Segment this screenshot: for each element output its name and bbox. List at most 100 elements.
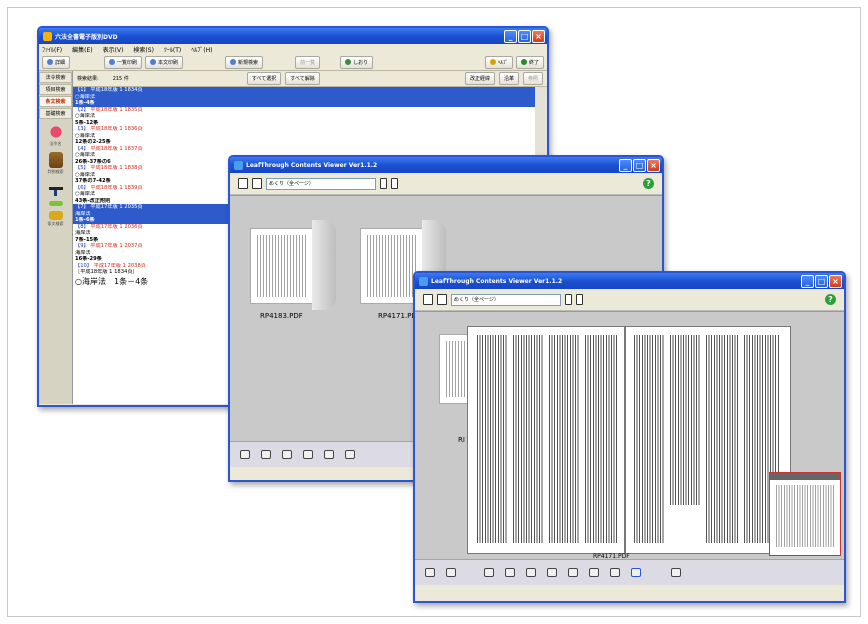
book-icon[interactable] (282, 450, 292, 459)
copy-icon[interactable] (391, 178, 398, 189)
list-item-year: 平成17年版 1 2037頁 (90, 243, 143, 249)
prev-list-button[interactable]: 前一覧 (295, 55, 321, 69)
reference-button[interactable]: 参照 (522, 72, 543, 85)
mortarboard-icon[interactable] (44, 180, 67, 196)
flip-right-icon[interactable] (324, 450, 334, 459)
close-book-icon[interactable] (437, 294, 447, 305)
zoom-icon[interactable] (345, 450, 355, 459)
list-item-year: 平成18年版 1 1838頁 (90, 165, 143, 171)
back-page-icon[interactable] (261, 450, 271, 459)
page-down-icon[interactable] (568, 568, 578, 577)
menu-file[interactable]: ﾌｧｲﾙ(F) (42, 45, 62, 54)
page-icon[interactable] (565, 294, 572, 305)
help-button[interactable]: ﾍﾙﾌﾟ (484, 55, 513, 69)
page-up-icon[interactable] (547, 568, 557, 577)
pdf-thumbnail-1[interactable] (250, 228, 314, 304)
result-count-label: 検索結果: (77, 76, 99, 82)
viewer-front-titlebar[interactable]: LeafThrough Contents Viewer Ver1.1.2 _ □… (415, 273, 844, 289)
viewer-back-toolbar: めくり（全ページ） ? (230, 173, 662, 195)
law-name-icon[interactable] (44, 124, 67, 140)
list-item-text: 【9】 (75, 243, 91, 249)
back-page-icon[interactable] (446, 568, 456, 577)
list-item-text: 【4】 (75, 145, 91, 152)
close-icon[interactable]: × (829, 274, 842, 288)
revision-button[interactable]: 改正経緯 (464, 72, 495, 85)
deselect-all-button[interactable]: すべて解除 (285, 72, 320, 85)
list-item-text: 【7】 (75, 204, 91, 210)
list-item-text: 43条-改正附則 (75, 197, 111, 204)
printer-icon (109, 59, 116, 65)
close-icon[interactable]: × (532, 29, 545, 43)
fullscreen-icon[interactable] (671, 568, 681, 577)
casebook-icon[interactable] (48, 152, 63, 168)
list-item-text: ○海岸法 (75, 171, 96, 178)
text-column (477, 335, 507, 543)
exit-button[interactable]: 終了 (515, 55, 544, 69)
minimize-icon[interactable]: _ (619, 158, 632, 172)
open-page-left[interactable] (467, 326, 625, 554)
close-icon[interactable]: × (647, 158, 660, 172)
book-icon[interactable] (484, 568, 494, 577)
list-item-text: 【1】 (75, 87, 91, 93)
folder-icon[interactable] (48, 211, 63, 220)
sidebar-tab-statute[interactable]: 法令検索 (39, 72, 72, 83)
viewer-front-bottom-toolbar (415, 559, 844, 585)
bookmark-icon (345, 59, 352, 65)
maximize-icon[interactable]: □ (633, 158, 646, 172)
green-tag-icon[interactable] (48, 201, 63, 206)
case-search-label: 判例検索 (47, 169, 64, 174)
bookmark-button[interactable]: しおり (340, 55, 374, 69)
zoom-icon[interactable] (610, 568, 620, 577)
open-page-right[interactable] (625, 326, 791, 554)
page-icon[interactable] (380, 178, 387, 189)
prev-page-icon[interactable] (425, 568, 435, 577)
magnifier-icon (230, 59, 237, 65)
help-icon[interactable]: ? (825, 294, 836, 305)
sidebar-tab-item[interactable]: 項目検索 (39, 84, 72, 95)
minimize-icon[interactable]: _ (801, 274, 814, 288)
flip-left-icon[interactable] (303, 450, 313, 459)
open-book-icon[interactable] (238, 178, 248, 189)
exit-icon (520, 59, 527, 65)
select-all-button[interactable]: すべて選択 (246, 72, 282, 85)
history-button[interactable]: 沿革 (498, 72, 519, 85)
page-mode-select[interactable]: めくり（全ページ） (451, 293, 561, 306)
menu-tools[interactable]: ﾂｰﾙ(T) (164, 45, 181, 54)
prev-page-icon[interactable] (240, 450, 250, 459)
copy-icon[interactable] (576, 294, 583, 305)
maximize-icon[interactable]: □ (518, 29, 531, 43)
menu-edit[interactable]: 編集(E) (72, 45, 92, 54)
minimize-icon[interactable]: _ (504, 29, 517, 43)
close-book-icon[interactable] (252, 178, 262, 189)
page-navigator-minimap[interactable] (769, 472, 841, 556)
list-print-button[interactable]: 一覧印刷 (104, 55, 143, 69)
menu-search[interactable]: 検索(S) (133, 45, 154, 54)
open-book-icon[interactable] (423, 294, 433, 305)
prev-list-label: 前一覧 (300, 59, 316, 66)
flip-left-icon[interactable] (505, 568, 515, 577)
menu-help[interactable]: ﾍﾙﾌﾟ(H) (191, 45, 212, 54)
list-item-year: 平成18年版 1 1837頁 (90, 145, 143, 152)
sidebar-tab-article[interactable]: 条文検索 (39, 96, 72, 107)
sidebar-tab-basic[interactable]: 基礎検索 (39, 108, 72, 119)
page-text-lines (446, 341, 468, 397)
viewer-window-front: LeafThrough Contents Viewer Ver1.1.2 _ □… (413, 271, 846, 603)
help-icon[interactable]: ? (643, 178, 654, 189)
maximize-icon[interactable]: □ (815, 274, 828, 288)
flip-right-icon[interactable] (526, 568, 536, 577)
detail-button[interactable]: 詳細 (42, 55, 71, 69)
page-mode-select[interactable]: めくり（全ページ） (266, 177, 376, 190)
bookmark-icon[interactable] (589, 568, 599, 577)
menu-view[interactable]: 表示(V) (103, 45, 124, 54)
viewer-back-titlebar[interactable]: LeafThrough Contents Viewer Ver1.1.2 _ □… (230, 157, 662, 173)
help-icon (489, 59, 496, 65)
minimap-header (770, 473, 840, 480)
app-titlebar[interactable]: 六法全書電子版別DVD _ □ × (39, 28, 547, 44)
list-item-text: 海岸法 (75, 210, 91, 217)
sidebar: 法令検索 項目検索 条文検索 基礎検索 法令名 判例検索 条文検索 (39, 71, 73, 404)
list-item-text: 【6】 (75, 184, 91, 191)
new-search-button[interactable]: 新規検索 (225, 55, 264, 69)
new-search-label: 新規検索 (238, 59, 259, 66)
pointer-icon[interactable] (631, 568, 641, 577)
text-print-button[interactable]: 本文印刷 (145, 55, 184, 69)
